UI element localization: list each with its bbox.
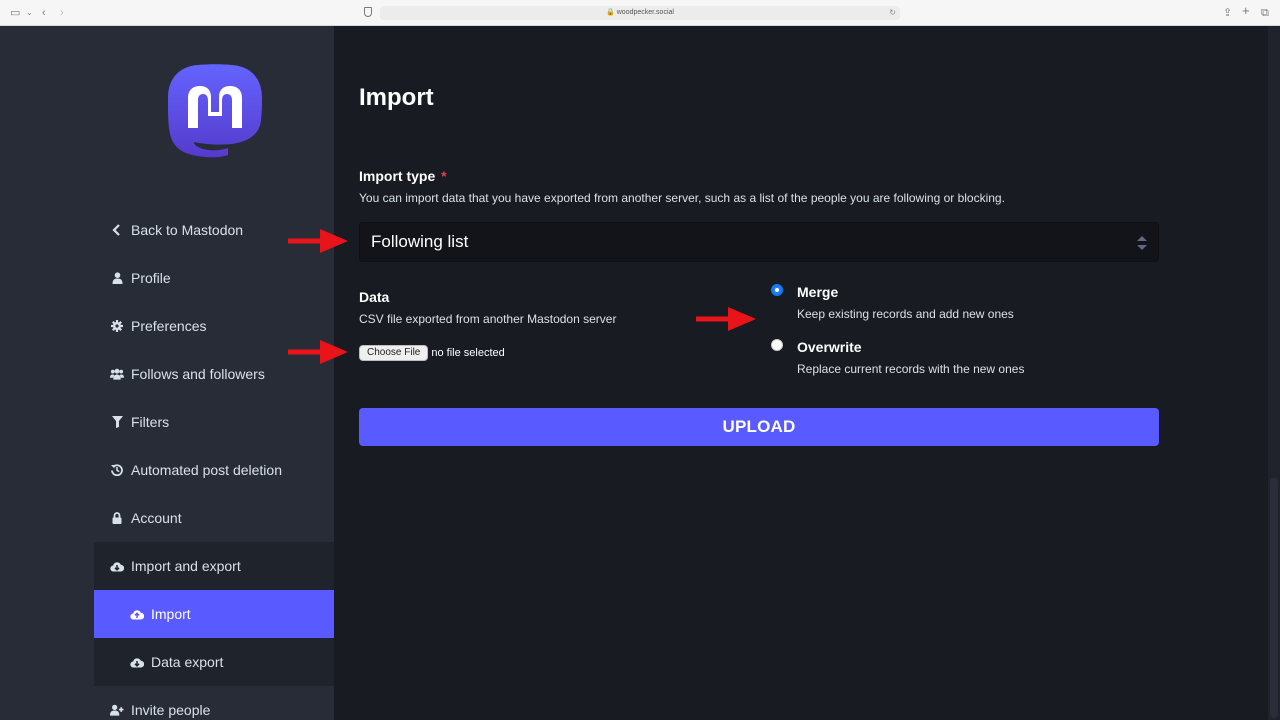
address-bar[interactable]: 🔒 woodpecker.social ↻	[380, 6, 900, 20]
sidebar-item-label: Import	[151, 606, 191, 622]
url-text: woodpecker.social	[616, 9, 674, 16]
sidebar-item-label: Back to Mastodon	[131, 222, 244, 238]
scrollbar-thumb[interactable]	[1270, 478, 1278, 718]
browser-toolbar: ▭ ⌄ ‹ › 🔒 woodpecker.social ↻ ⇪ + ⧉	[0, 0, 1280, 26]
filter-icon	[110, 415, 124, 429]
forward-icon[interactable]: ›	[60, 5, 64, 21]
reload-icon[interactable]: ↻	[889, 6, 896, 20]
sidebar-item-label: Account	[131, 510, 182, 526]
sidebar-item-label: Invite people	[131, 702, 211, 718]
shield-icon[interactable]	[364, 7, 372, 17]
sidebar-item-invite-people[interactable]: Invite people	[94, 686, 334, 720]
overwrite-label[interactable]: Overwrite	[797, 339, 862, 355]
sidebar-item-label: Profile	[131, 270, 171, 286]
import-type-select[interactable]: Following list	[359, 222, 1159, 262]
cloud-download-icon	[110, 559, 124, 573]
tabs-overview-icon[interactable]: ⧉	[1261, 5, 1269, 21]
import-type-label-text: Import type	[359, 168, 436, 184]
sidebar-item-account[interactable]: Account	[94, 494, 334, 542]
sidebar-item-label: Data export	[151, 654, 224, 670]
data-hint: CSV file exported from another Mastodon …	[359, 312, 617, 326]
overwrite-radio[interactable]	[771, 339, 783, 351]
user-plus-icon	[110, 703, 124, 717]
new-tab-icon[interactable]: +	[1242, 3, 1250, 19]
sidebar-item-profile[interactable]: Profile	[94, 254, 334, 302]
sidebar-item-label: Import and export	[131, 558, 241, 574]
user-icon	[110, 271, 124, 285]
merge-radio[interactable]	[771, 284, 783, 296]
scrollbar[interactable]	[1268, 26, 1280, 720]
sidebar-item-label: Follows and followers	[131, 366, 265, 382]
file-input[interactable]: Choose File no file selected	[359, 345, 505, 361]
import-type-selected-value: Following list	[371, 232, 469, 251]
sidebar-item-label: Filters	[131, 414, 170, 430]
share-icon[interactable]: ⇪	[1223, 5, 1232, 21]
chevron-down-icon[interactable]: ⌄	[26, 5, 33, 21]
chevron-left-icon	[110, 223, 124, 237]
mastodon-logo[interactable]	[166, 64, 264, 168]
sidebar-item-import-and-export[interactable]: Import and export	[94, 542, 334, 590]
annotation-arrow-icon	[288, 340, 348, 364]
annotation-arrow-icon	[288, 229, 348, 253]
sidebar-item-import[interactable]: Import	[94, 590, 334, 638]
merge-label[interactable]: Merge	[797, 284, 838, 300]
cloud-download-icon	[130, 655, 144, 669]
sidebar-item-label: Preferences	[131, 318, 207, 334]
cloud-upload-icon	[130, 607, 144, 621]
annotation-arrow-icon	[696, 307, 756, 331]
lock-icon	[110, 511, 124, 525]
sidebar-item-filters[interactable]: Filters	[94, 398, 334, 446]
upload-button[interactable]: UPLOAD	[359, 408, 1159, 446]
sidebar-item-data-export[interactable]: Data export	[94, 638, 334, 686]
gear-icon	[110, 319, 124, 333]
back-icon[interactable]: ‹	[42, 5, 46, 21]
overwrite-hint: Replace current records with the new one…	[797, 362, 1025, 376]
choose-file-button[interactable]: Choose File	[359, 345, 429, 361]
sidebar-item-label: Automated post deletion	[131, 462, 282, 478]
import-type-hint: You can import data that you have export…	[359, 191, 1005, 205]
lock-icon: 🔒	[606, 9, 615, 16]
merge-hint: Keep existing records and add new ones	[797, 307, 1014, 321]
file-status: no file selected	[431, 347, 505, 359]
sidebar-toggle-icon[interactable]: ▭	[10, 5, 20, 21]
users-icon	[110, 367, 124, 381]
required-mark: *	[441, 168, 447, 184]
import-type-label: Import type *	[359, 168, 447, 184]
sidebar-item-automated-post-deletion[interactable]: Automated post deletion	[94, 446, 334, 494]
page-title: Import	[359, 84, 434, 111]
select-arrows-icon	[1137, 236, 1147, 250]
data-label: Data	[359, 289, 390, 305]
history-icon	[110, 463, 124, 477]
